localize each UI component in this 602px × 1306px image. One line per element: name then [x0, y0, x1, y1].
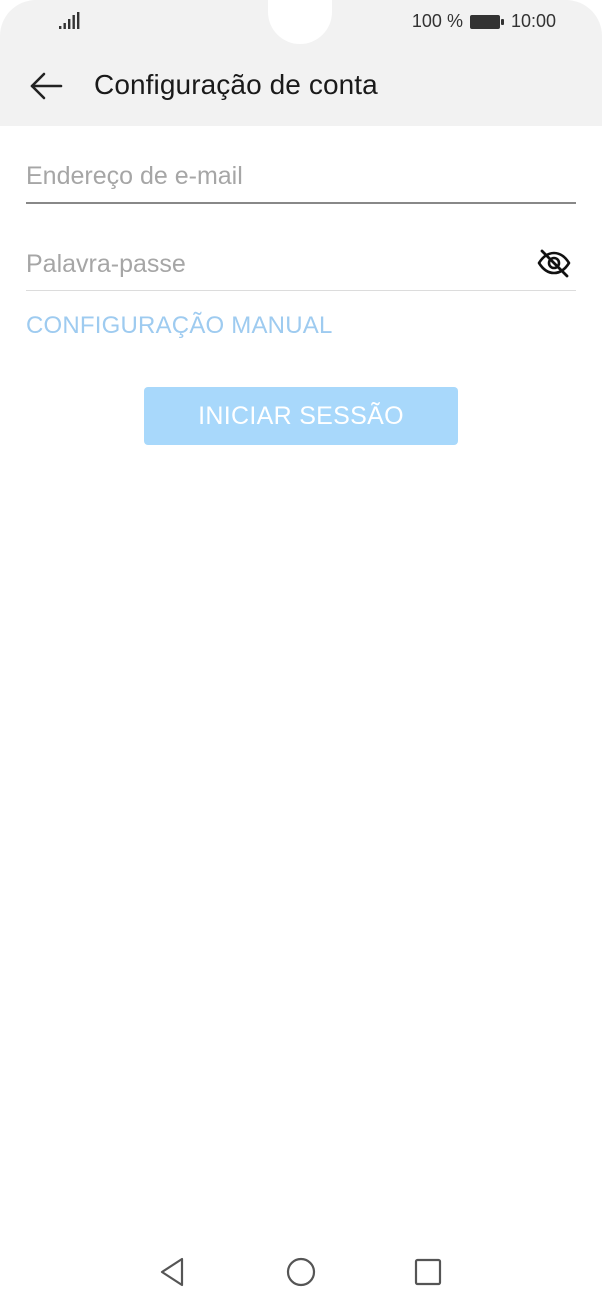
- page-title: Configuração de conta: [94, 69, 378, 100]
- email-field[interactable]: [26, 156, 526, 196]
- triangle-back-icon: [160, 1257, 184, 1287]
- camera-notch: [268, 0, 332, 44]
- status-right: 100 % 10:00: [412, 11, 556, 32]
- back-button[interactable]: [26, 68, 66, 104]
- password-visibility-toggle[interactable]: [536, 248, 572, 278]
- manual-setup-link[interactable]: CONFIGURAÇÃO MANUAL: [26, 312, 333, 340]
- nav-recent-button[interactable]: [410, 1254, 446, 1290]
- arrow-left-icon: [30, 72, 63, 100]
- app-bar: Configuração de conta: [0, 56, 602, 116]
- battery-icon: [469, 14, 504, 29]
- header: 100 % 10:00 Configuração de conta: [0, 0, 602, 126]
- password-field-container: [26, 244, 576, 291]
- email-field-container: [26, 156, 576, 204]
- password-field[interactable]: [26, 244, 526, 284]
- nav-back-button[interactable]: [154, 1254, 190, 1290]
- eye-off-icon: [537, 249, 571, 278]
- sign-in-button[interactable]: INICIAR SESSÃO: [144, 387, 458, 445]
- square-recent-icon: [414, 1258, 442, 1286]
- clock: 10:00: [510, 11, 556, 31]
- battery-percent: 100 %: [411, 11, 463, 31]
- circle-home-icon: [286, 1257, 316, 1287]
- navigation-bar: [0, 1240, 602, 1306]
- signal-icon: [59, 12, 80, 29]
- nav-home-button[interactable]: [283, 1254, 319, 1290]
- screen: 100 % 10:00 Configuração de conta Endere…: [0, 0, 602, 1306]
